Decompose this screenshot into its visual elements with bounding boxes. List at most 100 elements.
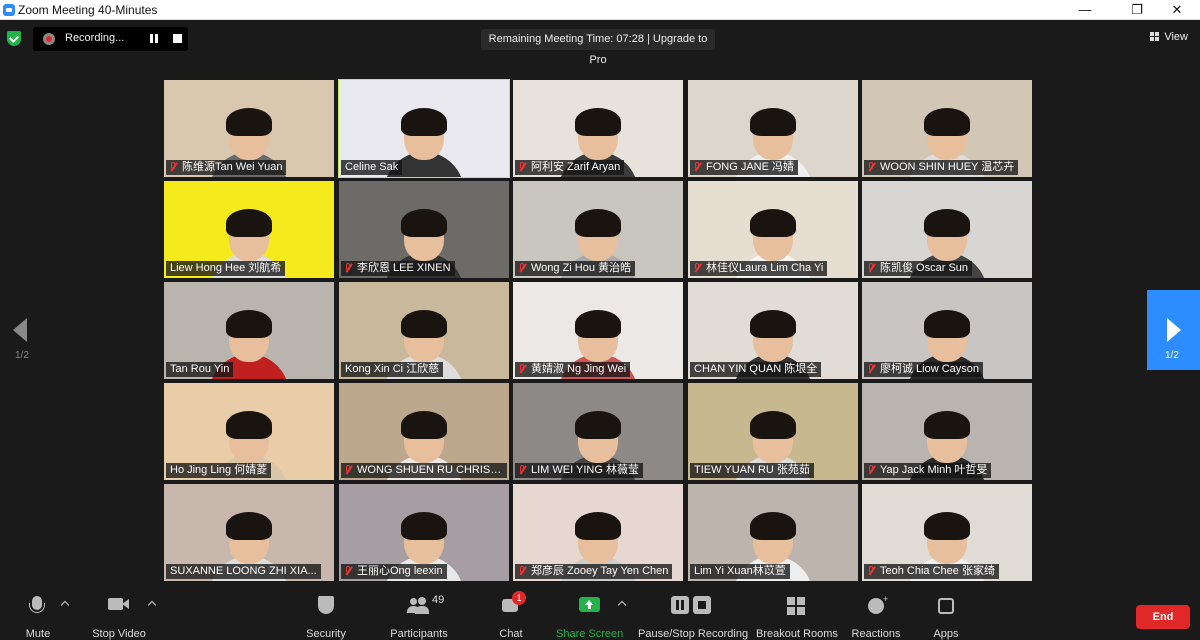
participant-hair xyxy=(575,108,621,136)
muted-mic-icon xyxy=(345,465,352,476)
participant-video-tile[interactable]: LIM WEI YING 林薇莹 xyxy=(513,383,683,480)
muted-mic-icon xyxy=(868,465,875,476)
participant-video-tile[interactable]: 陈维源Tan Wei Yuan xyxy=(164,80,334,177)
participant-video-tile[interactable]: 王丽心Ong leexin xyxy=(339,484,509,581)
participant-name-label: Teoh Chia Chee 张家绮 xyxy=(864,564,999,579)
chat-button[interactable]: 1 Chat xyxy=(494,591,528,640)
participant-hair xyxy=(750,108,796,136)
participant-name: 李欣恩 LEE XINEN xyxy=(357,262,451,274)
window-title: Zoom Meeting 40-Minutes xyxy=(18,3,158,17)
muted-mic-icon xyxy=(519,364,526,375)
apps-button[interactable]: Apps xyxy=(926,594,966,640)
pause-stop-recording-label: Pause/Stop Recording xyxy=(638,628,749,640)
participants-button[interactable]: 49 Participants xyxy=(388,594,450,640)
pause-stop-recording-button[interactable]: Pause/Stop Recording xyxy=(638,594,749,640)
participant-video-tile[interactable]: WONG SHUEN RU CHRISA... xyxy=(339,383,509,480)
recording-indicator: Recording... xyxy=(33,27,188,51)
participant-name: 廖柯诚 Liow Cayson xyxy=(880,363,980,375)
participant-name: 陈维源Tan Wei Yuan xyxy=(182,161,283,173)
recording-dot-icon xyxy=(43,33,55,45)
reactions-button[interactable]: + Reactions xyxy=(850,594,902,640)
close-button[interactable]: ✕ xyxy=(1154,0,1200,20)
chat-badge: 1 xyxy=(512,591,526,605)
participant-video-tile[interactable]: WOON SHIN HUEY 温芯卉 xyxy=(862,80,1032,177)
participant-video-tile[interactable]: 林佳仪Laura Lim Cha Yi xyxy=(688,181,858,278)
participant-name: 林佳仪Laura Lim Cha Yi xyxy=(706,262,824,274)
participant-name-label: TIEW YUAN RU 张苑茹 xyxy=(690,463,814,478)
page-indicator-left: 1/2 xyxy=(15,350,29,361)
pause-recording-icon[interactable] xyxy=(150,34,158,43)
participant-name: SUXANNE LOONG ZHI XIA... xyxy=(170,565,317,577)
participant-video-tile[interactable]: CHAN YIN QUAN 陈垠全 xyxy=(688,282,858,379)
shield-icon xyxy=(302,594,350,616)
chevron-left-icon xyxy=(13,318,27,342)
participant-video-tile[interactable]: 李欣恩 LEE XINEN xyxy=(339,181,509,278)
participant-video-tile[interactable]: Liew Hong Hee 刘航希 xyxy=(164,181,334,278)
participant-name: CHAN YIN QUAN 陈垠全 xyxy=(694,363,818,375)
audio-options-chevron-icon[interactable] xyxy=(60,600,70,610)
participant-name-label: Ho Jing Ling 何婧菱 xyxy=(166,463,272,478)
participant-name-label: Kong Xin Ci 江欣慈 xyxy=(341,362,444,377)
participant-name: Kong Xin Ci 江欣慈 xyxy=(345,363,440,375)
muted-mic-icon xyxy=(868,162,875,173)
participant-name: Celine Sak xyxy=(345,161,399,173)
participant-video-tile[interactable]: Wong Zi Hou 黄治皓 xyxy=(513,181,683,278)
participant-hair xyxy=(226,512,272,540)
participant-video-tile[interactable]: Tan Rou Yin xyxy=(164,282,334,379)
zoom-logo-icon xyxy=(3,4,15,16)
participant-hair xyxy=(750,411,796,439)
security-button[interactable]: Security xyxy=(302,594,350,640)
end-meeting-button[interactable]: End xyxy=(1136,605,1190,629)
participant-video-tile[interactable]: 陈凯俊 Oscar Sun xyxy=(862,181,1032,278)
participant-hair xyxy=(226,108,272,136)
participant-name-label: WONG SHUEN RU CHRISA... xyxy=(341,463,507,478)
apps-label: Apps xyxy=(933,628,959,640)
participant-video-tile[interactable]: Lim Yi Xuan林苡萱 xyxy=(688,484,858,581)
share-screen-button[interactable]: Share Screen xyxy=(556,594,624,640)
share-screen-label: Share Screen xyxy=(556,628,624,640)
security-label: Security xyxy=(306,628,346,640)
meeting-timer-banner[interactable]: Remaining Meeting Time: 07:28 | Upgrade … xyxy=(481,29,715,66)
participant-hair xyxy=(924,411,970,439)
participant-video-tile[interactable]: Kong Xin Ci 江欣慈 xyxy=(339,282,509,379)
participant-hair xyxy=(226,209,272,237)
participant-hair xyxy=(924,310,970,338)
participant-video-tile[interactable]: FONG JANE 冯婧 xyxy=(688,80,858,177)
participant-video-tile[interactable]: 郑彦辰 Zooey Tay Yen Chen xyxy=(513,484,683,581)
participant-name: Lim Yi Xuan林苡萱 xyxy=(694,565,786,577)
next-page-button[interactable]: 1/2 xyxy=(1147,290,1200,370)
participant-video-tile[interactable]: Teoh Chia Chee 张家绮 xyxy=(862,484,1032,581)
participant-video-tile[interactable]: 廖柯诚 Liow Cayson xyxy=(862,282,1032,379)
mute-button[interactable]: Mute xyxy=(18,594,58,640)
previous-page-button[interactable]: 1/2 xyxy=(0,290,44,370)
participant-hair xyxy=(401,310,447,338)
participant-hair xyxy=(401,512,447,540)
security-shield-icon[interactable] xyxy=(7,31,21,46)
participant-hair xyxy=(401,411,447,439)
participant-video-tile[interactable]: 阿利安 Zarif Aryan xyxy=(513,80,683,177)
participant-video-tile[interactable]: TIEW YUAN RU 张苑茹 xyxy=(688,383,858,480)
participant-video-tile[interactable]: 黄婧淑 Ng Jing Wei xyxy=(513,282,683,379)
view-button[interactable]: View xyxy=(1150,31,1188,43)
participant-name-label: Yap Jack Minh 叶哲旻 xyxy=(864,463,992,478)
participant-hair xyxy=(750,310,796,338)
stop-video-label: Stop Video xyxy=(92,628,146,640)
minimize-button[interactable]: — xyxy=(1062,0,1108,20)
participant-video-tile[interactable]: SUXANNE LOONG ZHI XIA... xyxy=(164,484,334,581)
participant-hair xyxy=(575,411,621,439)
participant-name: 阿利安 Zarif Aryan xyxy=(531,161,621,173)
participant-video-tile[interactable]: Celine Sak xyxy=(338,79,510,178)
apps-icon xyxy=(926,594,966,616)
muted-mic-icon xyxy=(170,162,177,173)
stop-recording-icon[interactable] xyxy=(173,34,182,43)
participant-video-tile[interactable]: Ho Jing Ling 何婧菱 xyxy=(164,383,334,480)
breakout-rooms-button[interactable]: Breakout Rooms xyxy=(756,594,838,640)
stop-video-button[interactable]: Stop Video xyxy=(88,594,150,640)
participants-label: Participants xyxy=(390,628,448,640)
participant-hair xyxy=(575,512,621,540)
participant-hair xyxy=(226,310,272,338)
muted-mic-icon xyxy=(345,566,352,577)
participant-video-tile[interactable]: Yap Jack Minh 叶哲旻 xyxy=(862,383,1032,480)
participant-name: 陈凯俊 Oscar Sun xyxy=(880,262,969,274)
participant-name: Wong Zi Hou 黄治皓 xyxy=(531,262,632,274)
